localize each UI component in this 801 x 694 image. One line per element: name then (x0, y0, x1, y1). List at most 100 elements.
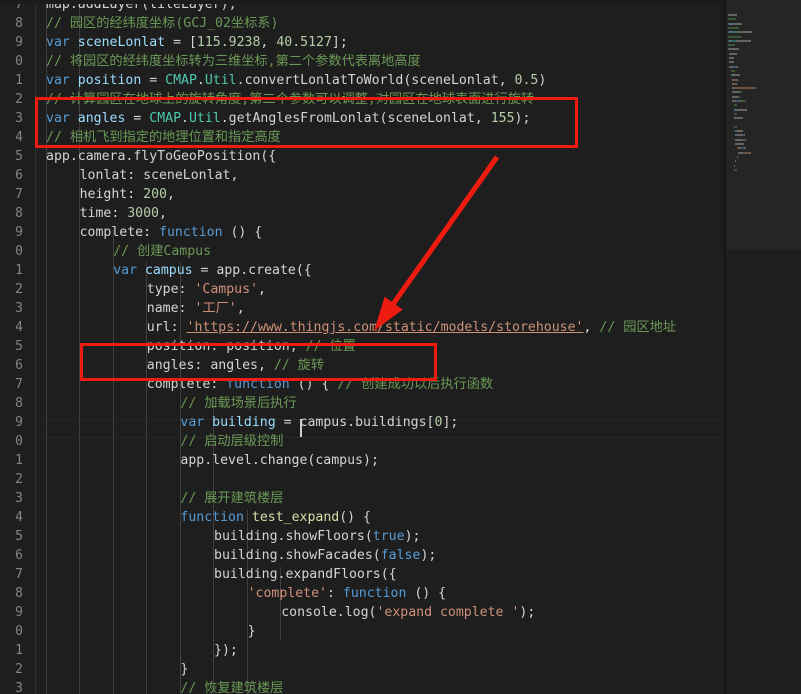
code-line[interactable]: // 展开建筑楼层 (180, 489, 283, 508)
line-number: 7 (15, 567, 23, 582)
code-line[interactable]: // 计算园区在地球上的旋转角度,第二个参数可以调整,对园区在地球表面进行旋转 (46, 90, 534, 109)
code-token: 200 (143, 187, 167, 202)
minimap-slider[interactable] (726, 0, 801, 250)
code-token: . (181, 111, 189, 126)
code-token: test_expand (251, 510, 340, 525)
code-line[interactable]: building.showFloors(true); (214, 527, 420, 546)
minimap-line (749, 151, 751, 154)
code-token: complete: (146, 377, 227, 392)
line-number: 9 (15, 415, 23, 430)
code-line[interactable]: // 创建Campus (113, 242, 211, 261)
code-line[interactable]: height: 200, (80, 185, 175, 204)
minimap-line (735, 143, 744, 145)
code-line[interactable]: } (180, 660, 188, 679)
code-token: // 创建成功以后执行函数 (337, 377, 494, 392)
code-token: // 创建Campus (113, 244, 212, 259)
code-line[interactable]: var sceneLonlat = [115.9238, 40.5127]; (46, 33, 348, 52)
code-token: = (141, 73, 166, 88)
minimap-line (735, 39, 749, 42)
line-number: 9 (15, 605, 23, 620)
minimap-line (733, 87, 753, 90)
minimap-line (744, 138, 746, 141)
code-line[interactable]: // 将园区的经纬度坐标转为三维坐标,第二个参数代表离地高度 (46, 52, 421, 71)
code-token: function (342, 586, 407, 601)
code-token: ); (420, 548, 437, 563)
minimap-line (732, 91, 740, 94)
line-number: 8 (15, 16, 23, 31)
code-token: , (257, 282, 266, 297)
minimap[interactable] (726, 0, 801, 694)
code-line[interactable]: // 启动层级控制 (180, 432, 283, 451)
code-line[interactable]: var position = CMAP.Util.convertLonlatTo… (46, 71, 546, 90)
minimap-line (738, 108, 746, 111)
minimap-line (753, 87, 757, 90)
code-line[interactable]: 'complete': function () { (248, 584, 447, 603)
code-token: // 启动层级控制 (180, 434, 284, 449)
code-token: // 展开建筑楼层 (180, 491, 284, 506)
line-number: 7 (15, 187, 23, 202)
code-line[interactable]: angles: angles, // 旋转 (147, 356, 324, 375)
code-token: 155 (490, 111, 515, 126)
code-line[interactable]: type: 'Campus', (147, 280, 266, 299)
code-token: ); (514, 111, 531, 126)
code-line[interactable]: url: 'https://www.thingjs.com/static/mod… (147, 318, 676, 337)
minimap-line (739, 91, 742, 94)
line-number: 5 (15, 149, 23, 164)
code-line[interactable]: // 恢复建筑楼层 (180, 679, 283, 694)
code-line[interactable]: name: '工厂', (147, 299, 245, 318)
code-token: console.log( (281, 605, 377, 620)
code-line[interactable]: building.expandFloors({ (214, 565, 397, 584)
code-line[interactable]: } (248, 622, 256, 641)
minimap-line (733, 168, 737, 171)
code-line[interactable]: // 相机飞到指定的地理位置和指定高度 (46, 128, 281, 147)
code-line[interactable]: building.showFacades(false); (214, 546, 436, 565)
code-line[interactable]: app.camera.flyToGeoPosition({ (46, 147, 276, 166)
minimap-line (737, 78, 739, 81)
code-token: , (166, 187, 175, 202)
minimap-line (741, 22, 743, 25)
minimap-line (735, 82, 737, 85)
line-number: 4 (15, 320, 23, 335)
code-token: true (372, 529, 405, 544)
code-line[interactable]: complete: function () { (80, 223, 263, 242)
line-number: 4 (15, 510, 23, 525)
code-token: building.showFloors( (214, 529, 373, 544)
code-line[interactable]: // 加载场景后执行 (180, 394, 296, 413)
line-number: 3 (15, 301, 23, 316)
code-line[interactable]: app.level.change(campus); (180, 451, 379, 470)
code-token: var (46, 111, 70, 126)
line-number: 7 (15, 377, 23, 392)
code-line[interactable]: }); (214, 641, 238, 660)
code-token: complete: (79, 225, 159, 240)
code-line[interactable]: function test_expand() { (180, 508, 371, 527)
code-editor[interactable]: map.addLayer(tileLayer);// 园区的经纬度坐标(GCJ_… (0, 0, 801, 694)
code-token: position: position, (146, 339, 306, 354)
code-token: Util (188, 111, 221, 126)
code-line[interactable]: // 园区的经纬度坐标(GCJ_02坐标系) (46, 14, 278, 33)
code-content[interactable]: map.addLayer(tileLayer);// 园区的经纬度坐标(GCJ_… (0, 0, 724, 694)
code-token: var (113, 263, 138, 278)
code-line[interactable]: var angles = CMAP.Util.getAnglesFromLonl… (46, 109, 530, 128)
code-token: angles (77, 111, 126, 126)
code-line[interactable]: time: 3000, (80, 204, 167, 223)
code-token: 0.5 (514, 73, 539, 88)
code-token: name: (146, 301, 195, 316)
code-line[interactable]: var campus = app.create({ (113, 261, 312, 280)
code-token: CMAP (165, 73, 197, 88)
line-number: 9 (15, 35, 23, 50)
code-line[interactable]: complete: function () { // 创建成功以后执行函数 (147, 375, 493, 394)
line-number: 8 (15, 396, 23, 411)
code-line[interactable]: var building = campus.buildings[0]; (180, 413, 458, 432)
code-token: function (180, 510, 244, 525)
code-token: // 计算园区在地球上的旋转角度,第二个参数可以调整,对园区在地球表面进行旋转 (46, 92, 535, 107)
code-token: , (260, 35, 277, 50)
code-line[interactable]: lonlat: sceneLonlat, (80, 166, 239, 185)
gutter-divider (35, 0, 36, 694)
code-token: app.camera.flyToGeoPosition({ (46, 149, 277, 164)
code-token: height: (79, 187, 144, 202)
code-line[interactable]: console.log('expand complete '); (281, 603, 535, 622)
code-token: , (236, 301, 245, 316)
code-line[interactable]: position: position, // 位置 (147, 337, 356, 356)
